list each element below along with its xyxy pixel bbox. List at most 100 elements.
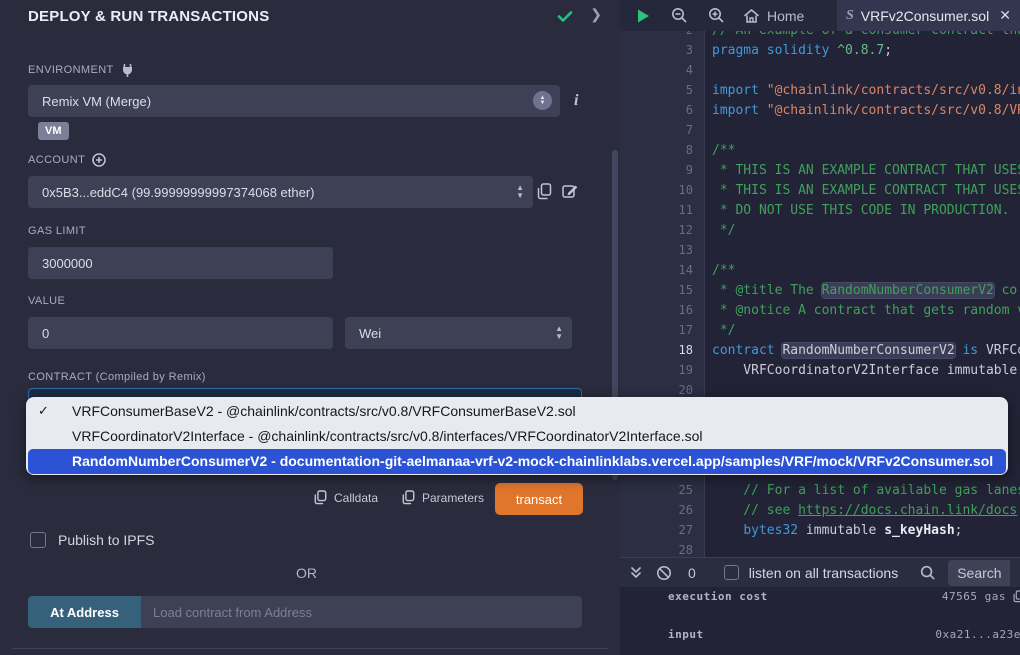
line-number: 5 [620,83,705,97]
copy-account-icon[interactable] [537,183,552,200]
line-number: 2 [620,31,705,37]
zoom-out-icon[interactable] [671,7,688,24]
value-input[interactable]: 0 [28,317,333,349]
account-select[interactable]: 0x5B3...eddC4 (99.99999999997374068 ethe… [28,176,533,208]
line-number: 17 [620,323,705,337]
transact-button[interactable]: transact [495,483,583,515]
deploy-run-panel: DEPLOY & RUN TRANSACTIONS ❯ ENVIRONMENT … [0,0,620,655]
code-line: 9 * THIS IS AN EXAMPLE CONTRACT THAT USE… [620,160,1020,180]
code-line: 4 [620,60,1020,80]
panel-title: DEPLOY & RUN TRANSACTIONS [28,8,269,25]
line-number: 28 [620,543,705,557]
run-script-icon[interactable] [636,8,651,24]
code-line: 16 * @notice A contract that gets random… [620,300,1020,320]
account-value: 0x5B3...eddC4 (99.99999999997374068 ethe… [42,185,315,200]
line-number: 11 [620,203,705,217]
publish-ipfs-label: Publish to IPFS [58,532,155,548]
terminal-bar: 0 listen on all transactions [620,557,1020,587]
code-line: 28 [620,540,1020,557]
contract-dropdown-popup: ✓VRFConsumerBaseV2 - @chainlink/contract… [26,397,1008,475]
line-number: 3 [620,43,705,57]
line-number: 25 [620,483,705,497]
section-divider [12,648,608,649]
terminal-search-input[interactable] [948,560,1010,586]
contract-option-label: RandomNumberConsumerV2 - documentation-g… [72,453,993,469]
code-line: 18contract RandomNumberConsumerV2 is VRF… [620,340,1020,360]
zoom-in-icon[interactable] [708,7,725,24]
code-line: 6import "@chainlink/contracts/src/v0.8/V… [620,100,1020,120]
calldata-label: Calldata [334,491,378,505]
plug-icon [121,63,134,77]
value-unit-select[interactable]: Wei ▲▼ [345,317,572,349]
line-number: 16 [620,303,705,317]
line-number: 27 [620,523,705,537]
code-line: 26 // see https://docs.chain.link/docs [620,500,1020,520]
at-address-button[interactable]: At Address [28,596,141,628]
line-number: 14 [620,263,705,277]
clear-console-icon[interactable] [656,565,672,581]
terminal-row-value: 47565 gas [942,590,1006,603]
editor-code-area[interactable]: 2// An example of a consumer contract th… [620,31,1020,557]
terminal-row: execution cost 47565 gas [620,590,1020,606]
edit-account-icon[interactable] [562,183,578,199]
select-stepper-icon: ▲▼ [516,184,524,200]
solidity-file-icon: S [846,8,854,24]
value-amount: 0 [42,326,49,341]
compile-success-check-icon [556,7,574,25]
code-line: 5import "@chainlink/contracts/src/v0.8/i… [620,80,1020,100]
code-line: 12 */ [620,220,1020,240]
terminal-row-label: execution cost [668,590,768,603]
home-tab-label[interactable]: Home [767,8,804,24]
line-number: 13 [620,243,705,257]
line-number: 19 [620,363,705,377]
line-number: 7 [620,123,705,137]
code-line: 2// An example of a consumer contract th… [620,31,1020,40]
at-address-input[interactable] [141,596,582,628]
tab-vrfv2consumer[interactable]: S VRFv2Consumer.sol ✕ [837,0,1020,31]
code-line: 8/** [620,140,1020,160]
code-line: 19 VRFCoordinatorV2Interface immutable [620,360,1020,380]
home-icon[interactable] [743,8,760,24]
contract-option[interactable]: VRFCoordinatorV2Interface - @chainlink/c… [26,424,1008,449]
select-stepper-icon: ▲▼ [555,325,563,341]
contract-option[interactable]: RandomNumberConsumerV2 - documentation-g… [28,449,1006,474]
terminal-row: input0xa21...a23e4 [620,628,1020,644]
panel-collapse-chevron-icon[interactable]: ❯ [590,6,602,23]
code-line: 15 * @title The RandomNumberConsumerV2 c… [620,280,1020,300]
environment-select[interactable]: Remix VM (Merge) ▲▼ [28,85,560,117]
gas-limit-label: GAS LIMIT [28,225,86,237]
line-number: 26 [620,503,705,517]
listen-all-checkbox[interactable] [724,565,739,580]
value-label: VALUE [28,295,65,307]
terminal-row-value: 0xa21...a23e4 [935,628,1020,641]
terminal-expand-icon[interactable] [630,566,642,580]
add-account-icon[interactable] [92,153,106,167]
or-separator: OR [0,565,613,581]
remix-ide: DEPLOY & RUN TRANSACTIONS ❯ ENVIRONMENT … [0,0,1020,655]
contract-option[interactable]: ✓VRFConsumerBaseV2 - @chainlink/contract… [26,398,1008,423]
terminal-output[interactable]: execution cost 47565 gas input0xa21...a23e… [620,587,1020,655]
code-line: 14/** [620,260,1020,280]
environment-label: ENVIRONMENT [28,63,134,77]
line-number: 12 [620,223,705,237]
vm-badge: VM [38,122,69,140]
transaction-count: 0 [688,565,696,581]
listen-all-label: listen on all transactions [749,565,898,581]
calldata-copy[interactable]: Calldata [314,490,378,505]
line-number: 18 [620,343,705,357]
gas-limit-input[interactable]: 3000000 [28,247,333,279]
line-number: 15 [620,283,705,297]
line-number: 6 [620,103,705,117]
copy-value-icon[interactable] [1013,590,1020,603]
code-editor: 2// An example of a consumer contract th… [620,0,1020,655]
checkmark-icon: ✓ [38,403,58,419]
terminal-search-icon [920,565,936,581]
account-label: ACCOUNT [28,153,106,167]
code-line: 3pragma solidity ^0.8.7; [620,40,1020,60]
tab-close-icon[interactable]: ✕ [999,7,1011,24]
publish-ipfs-checkbox[interactable] [30,532,46,548]
parameters-copy[interactable]: Parameters [402,490,484,505]
environment-info-icon[interactable]: i [574,92,578,110]
code-line: 17 */ [620,320,1020,340]
code-line: 13 [620,240,1020,260]
